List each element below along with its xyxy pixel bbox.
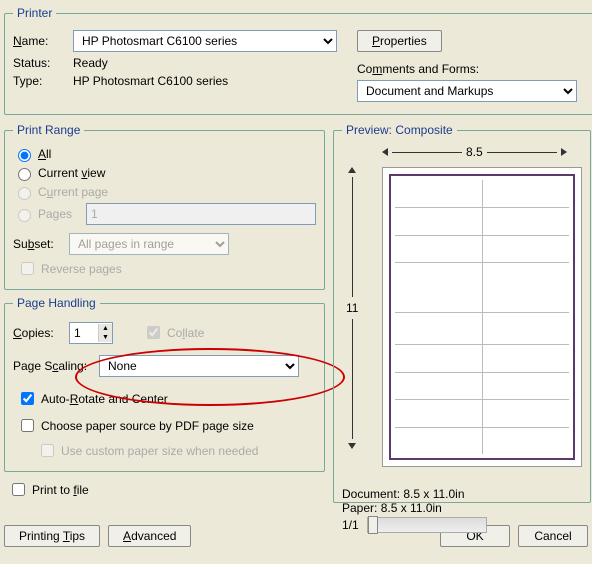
page-handling-group: Page Handling Copies: ▲▼ Collate Page Sc… bbox=[4, 296, 325, 472]
page-scaling-select[interactable]: None bbox=[99, 355, 299, 377]
preview-group: Preview: Composite 8.5 11 bbox=[333, 123, 591, 503]
all-label: All bbox=[38, 147, 51, 161]
copies-input[interactable] bbox=[70, 324, 98, 342]
print-range-legend: Print Range bbox=[13, 123, 84, 137]
status-value: Ready bbox=[73, 56, 108, 70]
radio-all[interactable] bbox=[18, 149, 31, 162]
comments-label: Comments and Forms: bbox=[357, 62, 479, 76]
radio-current-view[interactable] bbox=[18, 168, 31, 181]
radio-current-page bbox=[18, 187, 31, 200]
collate-check bbox=[147, 326, 160, 339]
type-label: Type: bbox=[13, 74, 73, 88]
spinner-down-icon[interactable]: ▼ bbox=[98, 333, 112, 342]
auto-rotate-check[interactable] bbox=[21, 392, 34, 405]
preview-thumbnail bbox=[382, 167, 582, 467]
current-page-label: Current page bbox=[38, 185, 108, 199]
print-range-group: Print Range All Current view Current pag… bbox=[4, 123, 325, 290]
choose-paper-check[interactable] bbox=[21, 419, 34, 432]
reverse-label: Reverse pages bbox=[41, 262, 122, 276]
type-value: HP Photosmart C6100 series bbox=[73, 74, 228, 88]
print-to-file-check[interactable] bbox=[12, 483, 25, 496]
subset-select: All pages in range bbox=[69, 233, 229, 255]
status-label: Status: bbox=[13, 56, 73, 70]
auto-rotate-label: Auto-Rotate and Center bbox=[41, 392, 168, 406]
printing-tips-button[interactable]: Printing Tips bbox=[4, 525, 100, 547]
pages-label: Pages bbox=[38, 207, 82, 221]
collate-label: Collate bbox=[167, 326, 204, 340]
paper-dims: Paper: 8.5 x 11.0in bbox=[342, 501, 582, 515]
preview-legend: Preview: Composite bbox=[342, 123, 457, 137]
advanced-button[interactable]: Advanced bbox=[108, 525, 191, 547]
width-indicator: 8.5 bbox=[382, 145, 572, 159]
custom-paper-label: Use custom paper size when needed bbox=[61, 444, 258, 458]
height-indicator: 11 bbox=[346, 167, 358, 463]
comments-select[interactable]: Document and Markups bbox=[357, 80, 577, 102]
properties-button[interactable]: Properties bbox=[357, 30, 442, 52]
height-value: 11 bbox=[346, 301, 358, 315]
name-label: Name: bbox=[13, 34, 73, 48]
copies-label: Copies: bbox=[13, 326, 69, 340]
printer-group: Printer Name: HP Photosmart C6100 series… bbox=[4, 6, 592, 115]
width-value: 8.5 bbox=[466, 145, 483, 159]
printer-name-select[interactable]: HP Photosmart C6100 series bbox=[73, 30, 337, 52]
copies-spinner[interactable]: ▲▼ bbox=[69, 322, 113, 344]
page-slider[interactable] bbox=[367, 517, 487, 533]
spinner-up-icon[interactable]: ▲ bbox=[98, 324, 112, 333]
subset-label: Subset: bbox=[13, 237, 69, 251]
reverse-check bbox=[21, 262, 34, 275]
document-dims: Document: 8.5 x 11.0in bbox=[342, 487, 582, 501]
pages-input bbox=[86, 203, 316, 225]
radio-pages bbox=[18, 209, 31, 222]
scaling-label: Page Scaling: bbox=[13, 359, 99, 373]
custom-paper-check bbox=[41, 444, 54, 457]
current-view-label: Current view bbox=[38, 166, 105, 180]
page-counter: 1/1 bbox=[342, 518, 359, 532]
choose-paper-label: Choose paper source by PDF page size bbox=[41, 419, 254, 433]
document-thumbnail-icon bbox=[395, 180, 569, 454]
page-handling-legend: Page Handling bbox=[13, 296, 100, 310]
print-to-file-label: Print to file bbox=[32, 483, 89, 497]
printer-legend: Printer bbox=[13, 6, 56, 20]
